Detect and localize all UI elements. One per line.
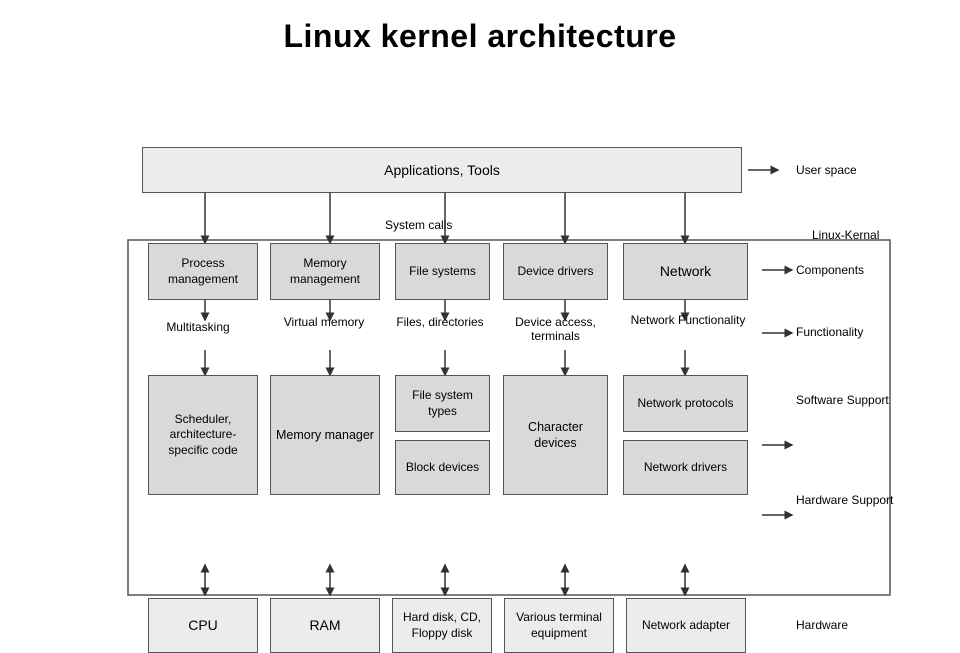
files-dirs-label: Files, directories <box>395 315 485 329</box>
ram-box: RAM <box>270 598 380 653</box>
virtual-memory-label: Virtual memory <box>274 315 374 329</box>
memory-mgmt-box: Memory management <box>270 243 380 300</box>
network-box: Network <box>623 243 748 300</box>
process-mgmt-box: Process management <box>148 243 258 300</box>
network-func-label: Network Functionality <box>628 313 748 327</box>
device-drivers-box: Device drivers <box>503 243 608 300</box>
architecture-diagram: Applications, Tools System calls Linux-K… <box>30 65 930 635</box>
software-support-label: Software Support <box>796 393 889 409</box>
hardware-label: Hardware <box>796 618 848 632</box>
net-adapter-box: Network adapter <box>626 598 746 653</box>
applications-box: Applications, Tools <box>142 147 742 193</box>
components-label: Components <box>796 263 864 277</box>
hardware-support-label: Hardware Support <box>796 493 893 509</box>
fs-types-box: File system types <box>395 375 490 432</box>
terminal-equip-box: Various terminal equipment <box>504 598 614 653</box>
harddisk-box: Hard disk, CD, Floppy disk <box>392 598 492 653</box>
scheduler-box: Scheduler, architecture-specific code <box>148 375 258 495</box>
page-title: Linux kernel architecture <box>283 18 676 55</box>
char-devices-box: Character devices <box>503 375 608 495</box>
memory-manager-box: Memory manager <box>270 375 380 495</box>
user-space-label: User space <box>796 163 857 177</box>
multitasking-label: Multitasking <box>148 320 248 334</box>
net-drivers-box: Network drivers <box>623 440 748 495</box>
system-calls-label: System calls <box>385 218 452 232</box>
file-systems-box: File systems <box>395 243 490 300</box>
linux-kernal-label: Linux-Kernal <box>812 228 879 242</box>
block-devices-box: Block devices <box>395 440 490 495</box>
device-access-label: Device access, terminals <box>498 315 613 343</box>
cpu-box: CPU <box>148 598 258 653</box>
net-protocols-box: Network protocols <box>623 375 748 432</box>
functionality-label: Functionality <box>796 325 863 339</box>
